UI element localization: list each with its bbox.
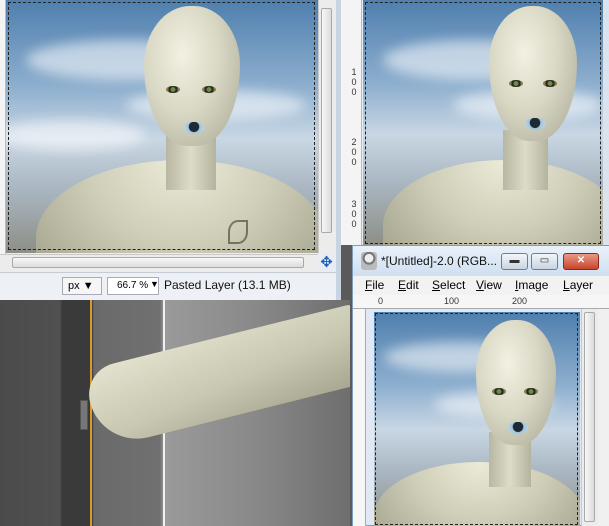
dock-handle[interactable]	[80, 400, 88, 430]
unit-value: px	[68, 280, 80, 292]
arm-image	[82, 303, 350, 449]
maximize-button[interactable]: ▭	[531, 253, 558, 270]
menu-accel: E	[398, 278, 407, 292]
close-button[interactable]: ✕	[563, 253, 599, 270]
menu-select[interactable]: Select	[432, 278, 465, 292]
layer-info-label: Pasted Layer (13.1 MB)	[164, 278, 291, 292]
gimp-app-icon[interactable]	[361, 252, 377, 270]
menu-accel: V	[476, 278, 484, 292]
ruler-label: 0	[351, 77, 357, 87]
ruler-label: 0	[351, 147, 357, 157]
close-icon: ✕	[576, 255, 586, 266]
image-canvas[interactable]	[374, 312, 580, 526]
image-canvas[interactable]	[363, 0, 603, 245]
ruler-label: 0	[351, 87, 357, 97]
menu-label: ayer	[569, 278, 594, 292]
maximize-icon: ▭	[539, 255, 550, 266]
zoom-chevron-icon[interactable]: ▼	[150, 279, 159, 289]
menu-edit[interactable]: Edit	[398, 278, 419, 292]
zoom-value: 66.7 %	[117, 280, 149, 291]
ruler-label: 100	[444, 296, 460, 306]
vertical-scroll-thumb[interactable]	[321, 8, 332, 233]
horizontal-scroll-thumb[interactable]	[12, 257, 304, 268]
minimize-icon: ▬	[509, 255, 520, 266]
chevron-down-icon: ▼	[82, 280, 94, 292]
ruler-label: 0	[351, 219, 357, 229]
menu-label: mage	[518, 278, 549, 292]
window-edge	[603, 0, 609, 245]
menu-accel: S	[432, 278, 441, 292]
window-edge	[598, 309, 609, 526]
menu-layer[interactable]: Layer	[563, 278, 593, 292]
minimize-button[interactable]: ▬	[501, 253, 528, 270]
background-canvas	[0, 300, 350, 526]
ruler-label: 2	[351, 137, 357, 147]
navigate-icon[interactable]: ✥	[318, 254, 335, 271]
menu-file[interactable]: File	[365, 278, 384, 292]
menu-accel: L	[563, 278, 570, 292]
ruler-label: 0	[378, 296, 384, 306]
ruler-label: 0	[351, 209, 357, 219]
menu-label: ile	[372, 278, 385, 292]
menu-view[interactable]: View	[476, 278, 502, 292]
image-canvas[interactable]	[6, 0, 318, 253]
menu-label: iew	[483, 278, 502, 292]
ruler-label: 1	[351, 67, 357, 77]
ruler-label: 200	[512, 296, 528, 306]
ruler-label: 3	[351, 199, 357, 209]
menu-label: elect	[440, 278, 466, 292]
menu-label: dit	[406, 278, 419, 292]
menu-image[interactable]: Image	[515, 278, 548, 292]
vertical-ruler[interactable]	[353, 309, 366, 526]
ruler-label: 0	[351, 157, 357, 167]
vertical-scroll-thumb[interactable]	[584, 312, 595, 522]
unit-dropdown[interactable]: px ▼	[62, 277, 102, 295]
window-title: *[Untitled]-2.0 (RGB...	[381, 254, 498, 268]
horizontal-ruler[interactable]	[353, 295, 609, 309]
guide-line-orange[interactable]	[90, 300, 92, 526]
